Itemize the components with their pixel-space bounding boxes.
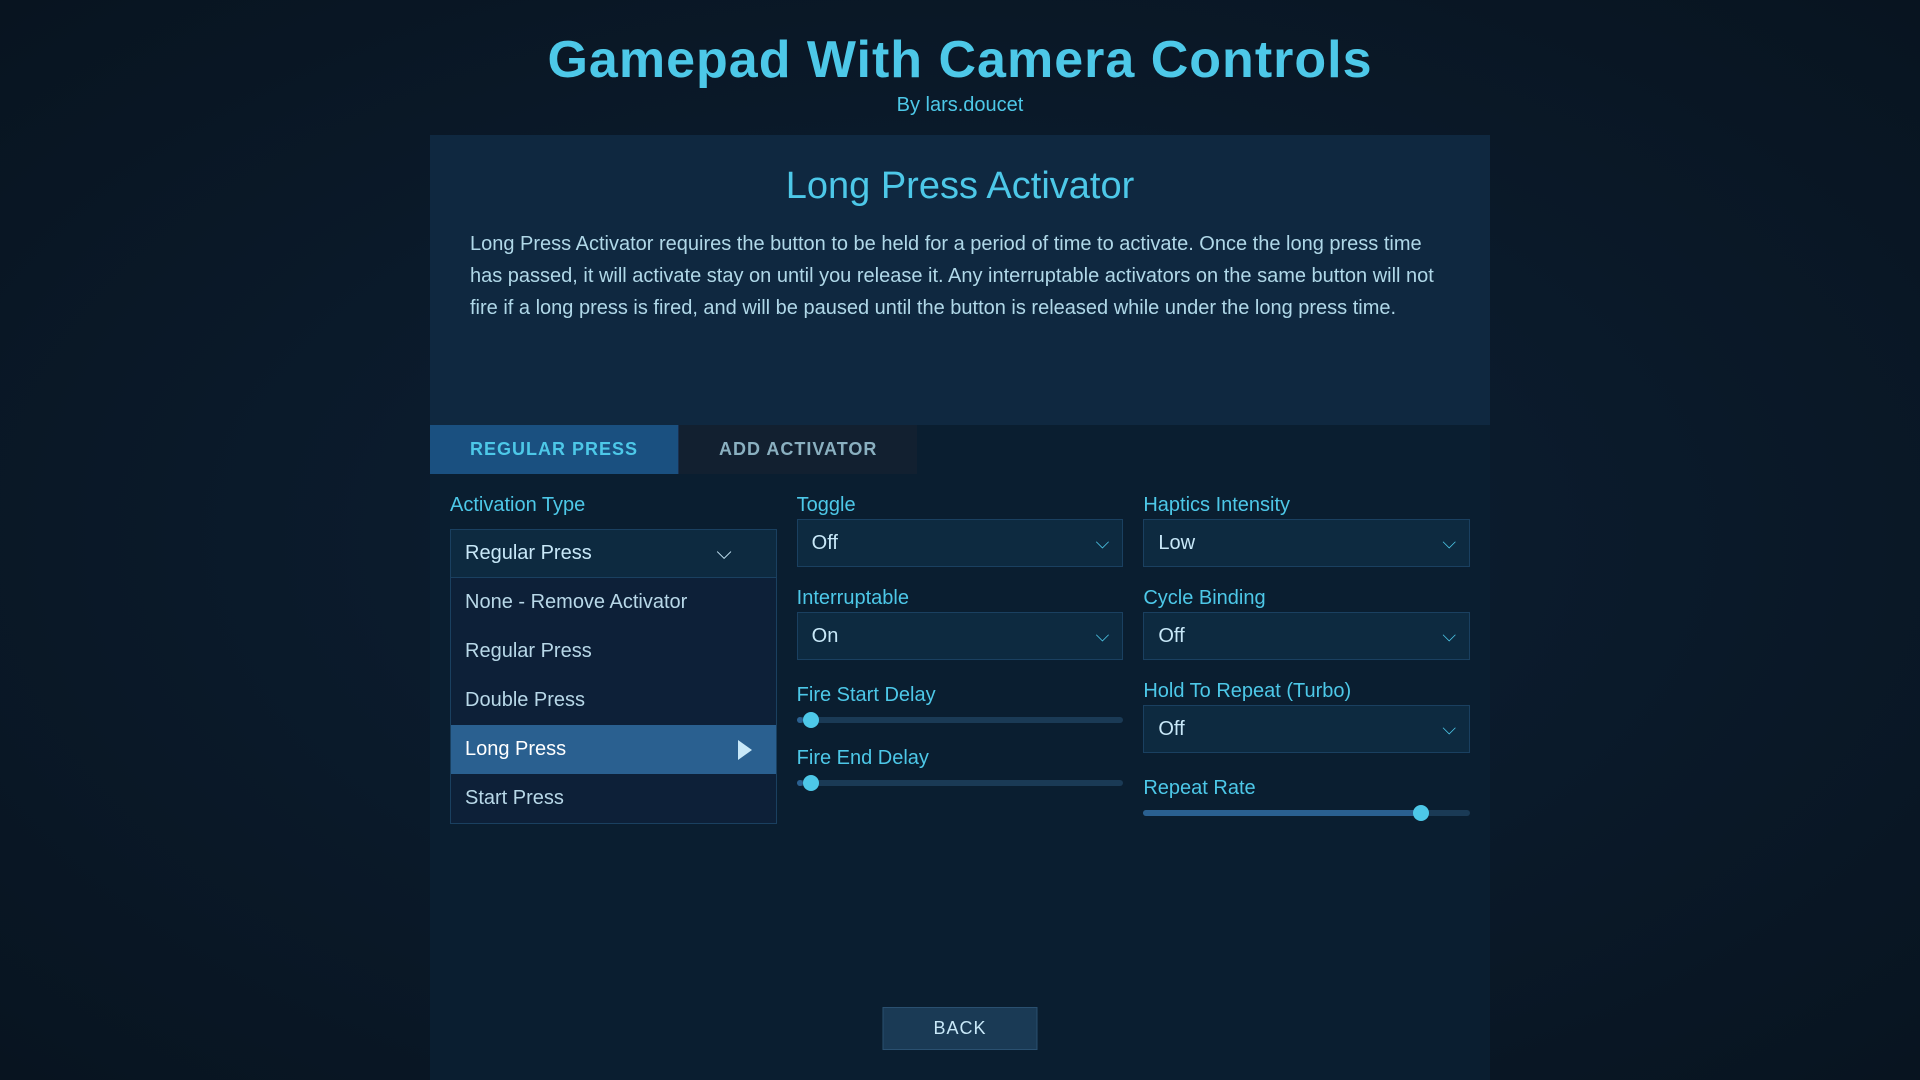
repeat-rate-slider[interactable]	[1143, 810, 1470, 816]
repeat-rate-thumb	[1413, 805, 1429, 821]
haptics-intensity-dropdown-wrapper: Off Low Medium High ⌵	[1143, 519, 1470, 567]
tabs: REGULAR PRESS ADD ACTIVATOR	[430, 425, 1490, 474]
fire-start-delay-slider[interactable]	[797, 717, 1124, 723]
fire-end-delay-group: Fire End Delay	[797, 747, 1124, 786]
repeat-rate-label: Repeat Rate	[1143, 777, 1470, 800]
repeat-rate-group: Repeat Rate	[1143, 777, 1470, 816]
hold-to-repeat-group: Hold To Repeat (Turbo) Off On ⌵	[1143, 680, 1470, 753]
tab-regular-press[interactable]: REGULAR PRESS	[430, 425, 678, 474]
dropdown-option-double-press[interactable]: Double Press	[451, 676, 776, 725]
activation-type-area: Regular Press ⌵ None - Remove Activator …	[450, 529, 777, 578]
haptics-intensity-select[interactable]: Off Low Medium High	[1143, 519, 1470, 567]
fire-end-delay-slider[interactable]	[797, 780, 1124, 786]
toggle-group: Toggle Off On ⌵	[797, 494, 1124, 567]
back-button[interactable]: BACK	[882, 1007, 1037, 1050]
toggle-select[interactable]: Off On	[797, 519, 1124, 567]
tab-add-activator[interactable]: ADD ACTIVATOR	[678, 425, 917, 474]
fire-start-delay-thumb	[803, 712, 819, 728]
fire-end-delay-thumb	[803, 775, 819, 791]
panel-description: Long Press Activator requires the button…	[470, 228, 1450, 324]
hold-to-repeat-dropdown-wrapper: Off On ⌵	[1143, 705, 1470, 753]
activation-type-label: Activation Type	[450, 494, 777, 517]
interruptable-group: Interruptable Off On ⌵	[797, 587, 1124, 660]
dropdown-option-regular-press[interactable]: Regular Press	[451, 627, 776, 676]
fire-start-delay-label: Fire Start Delay	[797, 684, 1124, 707]
toggle-dropdown-wrapper: Off On ⌵	[797, 519, 1124, 567]
controls-grid: Activation Type Regular Press ⌵ None - R…	[430, 474, 1490, 816]
interruptable-label: Interruptable	[797, 587, 1124, 610]
back-button-wrapper: BACK	[882, 1007, 1037, 1050]
activation-type-chevron: ⌵	[716, 542, 731, 565]
header: Gamepad With Camera Controls By lars.dou…	[547, 0, 1372, 127]
dropdown-option-none[interactable]: None - Remove Activator	[451, 578, 776, 627]
cycle-binding-select[interactable]: Off On	[1143, 612, 1470, 660]
cycle-binding-dropdown-wrapper: Off On ⌵	[1143, 612, 1470, 660]
right-controls-group: Haptics Intensity Off Low Medium High ⌵ …	[1143, 494, 1470, 816]
interruptable-select[interactable]: Off On	[797, 612, 1124, 660]
panel-title: Long Press Activator	[470, 165, 1450, 208]
activation-type-selected[interactable]: Regular Press ⌵	[450, 529, 777, 578]
activation-type-value: Regular Press	[465, 542, 592, 565]
page-title: Gamepad With Camera Controls	[547, 30, 1372, 90]
activation-type-group: Activation Type Regular Press ⌵ None - R…	[450, 494, 777, 816]
dropdown-option-long-press[interactable]: Long Press	[451, 725, 776, 774]
page-wrapper: Gamepad With Camera Controls By lars.dou…	[0, 0, 1920, 1080]
activation-type-dropdown: None - Remove Activator Regular Press Do…	[450, 578, 777, 824]
dropdown-option-start-press[interactable]: Start Press	[451, 774, 776, 823]
haptics-intensity-label: Haptics Intensity	[1143, 494, 1470, 517]
fire-start-delay-group: Fire Start Delay	[797, 684, 1124, 723]
hold-to-repeat-select[interactable]: Off On	[1143, 705, 1470, 753]
toggle-label: Toggle	[797, 494, 1124, 517]
bottom-section: REGULAR PRESS ADD ACTIVATOR Activation T…	[430, 425, 1490, 1080]
main-panel: Long Press Activator Long Press Activato…	[430, 135, 1490, 425]
cycle-binding-label: Cycle Binding	[1143, 587, 1470, 610]
middle-controls-group: Toggle Off On ⌵ Interruptable Off	[797, 494, 1124, 816]
haptics-intensity-group: Haptics Intensity Off Low Medium High ⌵	[1143, 494, 1470, 567]
fire-end-delay-label: Fire End Delay	[797, 747, 1124, 770]
interruptable-dropdown-wrapper: Off On ⌵	[797, 612, 1124, 660]
page-subtitle: By lars.doucet	[547, 94, 1372, 117]
cycle-binding-group: Cycle Binding Off On ⌵	[1143, 587, 1470, 660]
repeat-rate-fill	[1143, 810, 1421, 816]
hold-to-repeat-label: Hold To Repeat (Turbo)	[1143, 680, 1470, 703]
